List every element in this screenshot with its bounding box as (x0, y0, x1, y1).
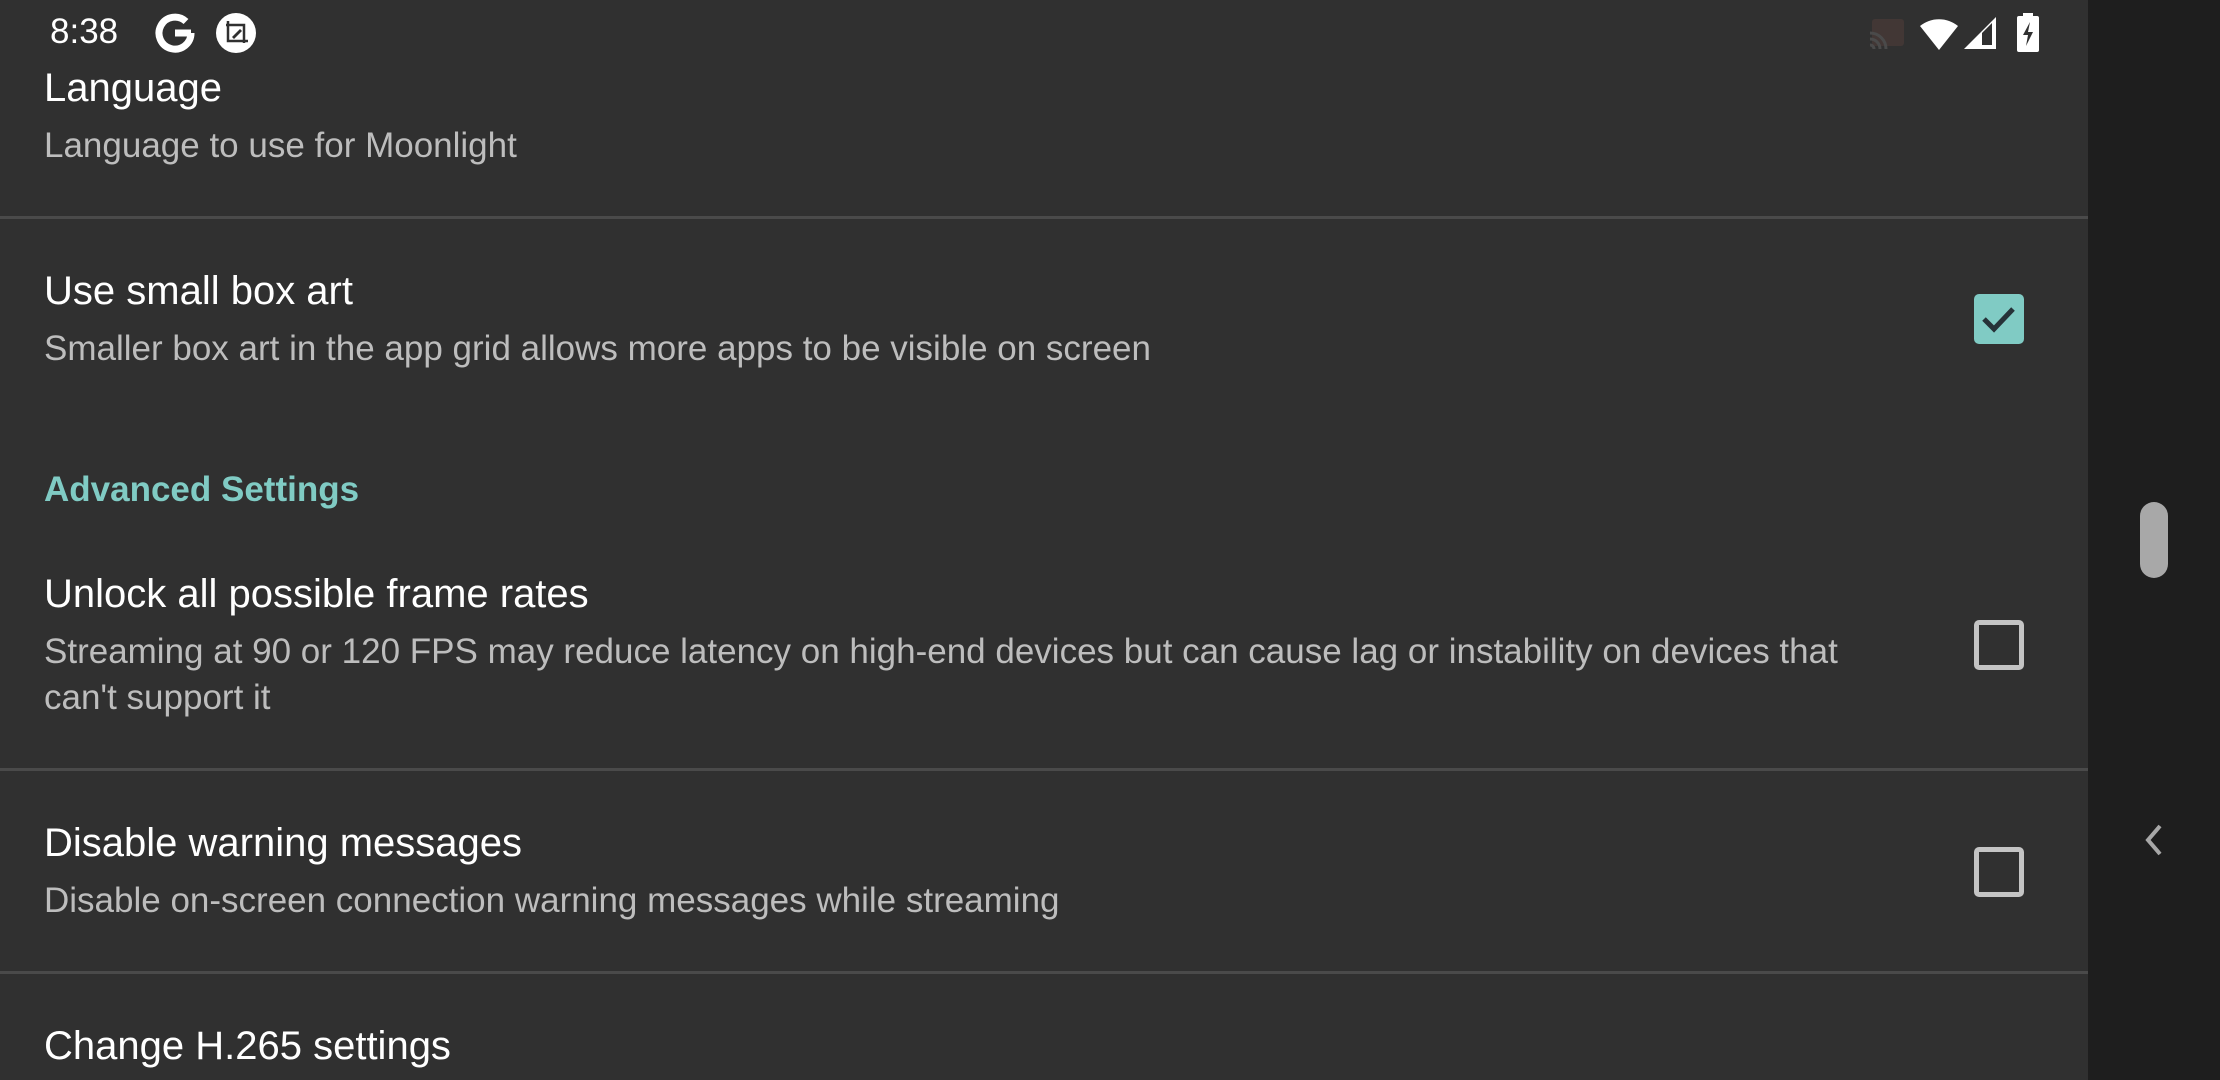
screenshot-edit-icon (215, 12, 257, 59)
preference-title: Language (44, 66, 222, 110)
preference-summary: Language to use for Moonlight (44, 126, 517, 165)
status-time: 8:38 (50, 12, 119, 51)
status-bar: 8:38 (0, 0, 2088, 66)
small-box-art-checkbox[interactable] (1974, 294, 2024, 344)
preference-summary: Streaming at 90 or 120 FPS may reduce la… (44, 632, 1838, 717)
preference-disable-warnings[interactable]: Disable warning messages Disable on-scre… (0, 771, 2088, 971)
preference-title: Unlock all possible frame rates (44, 572, 589, 616)
cast-icon (1868, 17, 1906, 54)
unlock-frame-rates-checkbox[interactable] (1974, 620, 2024, 670)
cellular-signal-icon (1962, 15, 1998, 56)
preference-title: Change H.265 settings (44, 1024, 451, 1068)
preference-title: Disable warning messages (44, 821, 523, 865)
disable-warnings-checkbox[interactable] (1974, 847, 2024, 897)
settings-screen: 8:38 Language Language to use for Moonli… (0, 0, 2088, 1080)
preference-language[interactable]: Language Language to use for Moonlight (0, 60, 2088, 215)
preference-h265-settings[interactable]: Change H.265 settings (0, 974, 2088, 1080)
preference-summary: Smaller box art in the app grid allows m… (44, 329, 1151, 368)
checkmark-icon (1982, 307, 2015, 333)
wifi-icon (1918, 15, 1960, 56)
scrollbar-thumb[interactable] (2140, 502, 2168, 578)
google-icon (155, 13, 195, 58)
preference-unlock-frame-rates[interactable]: Unlock all possible frame rates Streamin… (0, 560, 2088, 768)
battery-charging-icon (2016, 13, 2040, 58)
category-advanced-settings: Advanced Settings (44, 470, 360, 509)
preference-summary: Disable on-screen connection warning mes… (44, 881, 1060, 920)
preference-title: Use small box art (44, 269, 353, 313)
preference-small-box-art[interactable]: Use small box art Smaller box art in the… (0, 219, 2088, 419)
chevron-left-icon[interactable] (2140, 822, 2168, 863)
